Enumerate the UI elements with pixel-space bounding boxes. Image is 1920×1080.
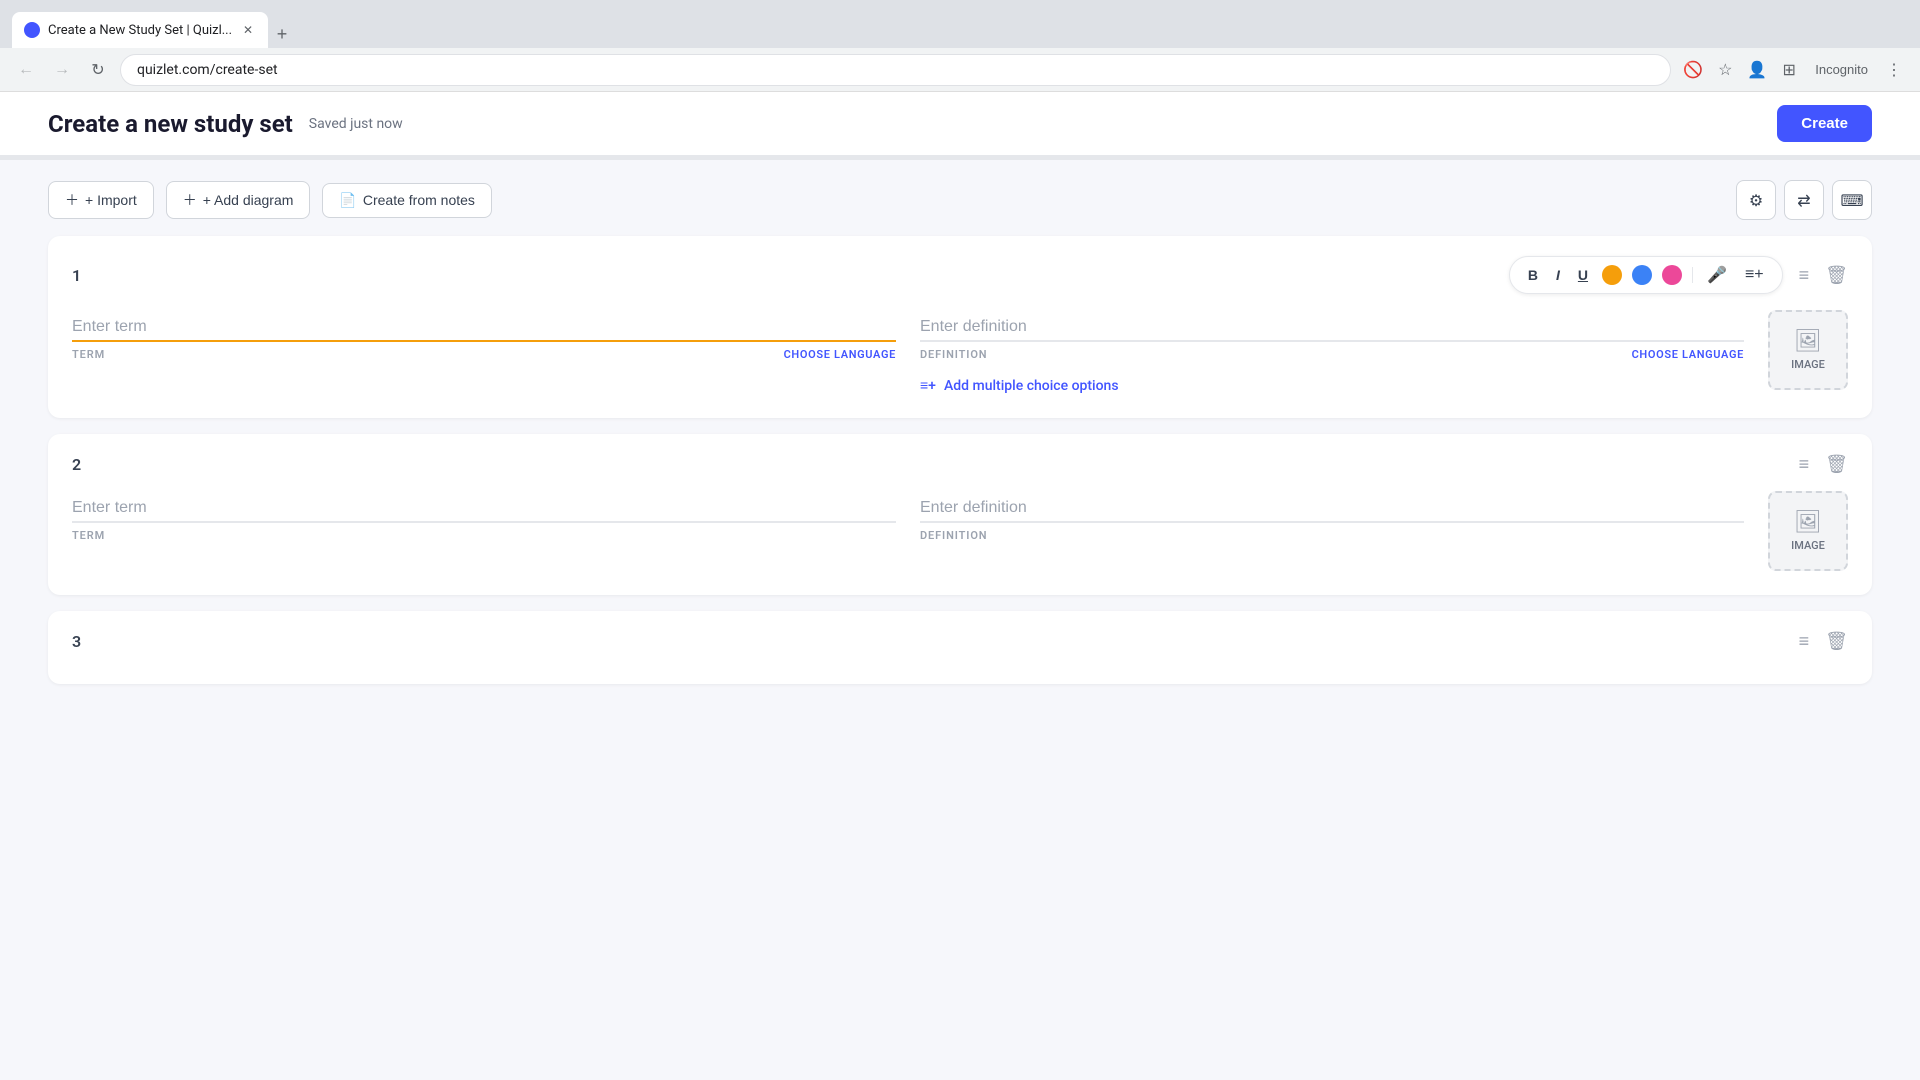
image-icon-1: 🖼: [1794, 329, 1822, 354]
card-1-body: TERM CHOOSE LANGUAGE DEFINITION CHOOSE L…: [72, 310, 1848, 394]
image-icon-2: 🖼: [1794, 510, 1822, 535]
image-label-2: IMAGE: [1791, 539, 1825, 552]
flashcard-3: 3 ≡ 🗑: [48, 611, 1872, 684]
active-tab[interactable]: Create a New Study Set | Quizl... ✕: [12, 12, 268, 48]
color-yellow-button[interactable]: [1602, 265, 1622, 285]
card-2-header: 2 ≡ 🗑: [72, 454, 1848, 475]
card-1-header: 1 B I U 🎤 ≡+ ≡ 🗑: [72, 256, 1848, 294]
card-2-body: TERM DEFINITION 🖼 IMAGE: [72, 491, 1848, 571]
bold-button[interactable]: B: [1524, 265, 1542, 285]
card-3-number: 3: [72, 632, 81, 651]
shuffle-button[interactable]: ⇄: [1784, 180, 1824, 220]
term-input-2[interactable]: [72, 491, 896, 523]
toolbar: ＋ + Import ＋ + Add diagram 📄 Create from…: [0, 160, 1920, 236]
add-mc-label: Add multiple choice options: [944, 378, 1119, 394]
profile-icon[interactable]: 👤: [1743, 56, 1771, 84]
address-bar[interactable]: quizlet.com/create-set: [120, 54, 1671, 86]
image-button-2[interactable]: 🖼 IMAGE: [1768, 491, 1848, 571]
color-blue-button[interactable]: [1632, 265, 1652, 285]
add-diagram-button[interactable]: ＋ + Add diagram: [166, 181, 311, 219]
flashcard-1: 1 B I U 🎤 ≡+ ≡ 🗑: [48, 236, 1872, 418]
settings-button[interactable]: ⚙: [1736, 180, 1776, 220]
card-2-number: 2: [72, 455, 81, 474]
create-button[interactable]: Create: [1777, 105, 1872, 142]
card-1-header-right: B I U 🎤 ≡+ ≡ 🗑: [1509, 256, 1848, 294]
keyboard-icon: ⌨: [1840, 191, 1863, 210]
term-input-1[interactable]: [72, 310, 896, 342]
add-multiple-choice-button[interactable]: ≡+ Add multiple choice options: [920, 377, 1744, 394]
shuffle-icon: ⇄: [1797, 191, 1810, 210]
cards-area: 1 B I U 🎤 ≡+ ≡ 🗑: [0, 236, 1920, 684]
more-options-button[interactable]: ≡+: [1741, 264, 1768, 286]
import-button[interactable]: ＋ + Import: [48, 181, 154, 219]
definition-label-2: DEFINITION: [920, 529, 987, 542]
image-label-1: IMAGE: [1791, 358, 1825, 371]
color-pink-button[interactable]: [1662, 265, 1682, 285]
format-separator: [1692, 267, 1693, 283]
drag-handle: ≡: [1799, 265, 1810, 286]
browser-nav: ← → ↻ quizlet.com/create-set 🚫 ☆ 👤 ⊞ Inc…: [0, 48, 1920, 92]
page-title: Create a new study set: [48, 110, 293, 138]
app-header: Create a new study set Saved just now Cr…: [0, 92, 1920, 156]
microphone-button[interactable]: 🎤: [1703, 263, 1731, 287]
add-mc-icon: ≡+: [920, 377, 936, 394]
flashcard-2: 2 ≡ 🗑 TERM DEFINITION 🖼 IMAGE: [48, 434, 1872, 595]
new-tab-button[interactable]: +: [268, 20, 296, 48]
image-button-1[interactable]: 🖼 IMAGE: [1768, 310, 1848, 390]
term-field-1: TERM CHOOSE LANGUAGE: [72, 310, 896, 361]
drag-handle-2: ≡: [1799, 454, 1810, 475]
card-2-header-right: ≡ 🗑: [1799, 454, 1848, 475]
nav-right: 🚫 ☆ 👤 ⊞ Incognito ⋮: [1679, 56, 1908, 84]
choose-language-term-1[interactable]: CHOOSE LANGUAGE: [784, 348, 896, 361]
card-1-number: 1: [72, 266, 81, 285]
keyboard-button[interactable]: ⌨: [1832, 180, 1872, 220]
create-from-notes-icon: 📄: [339, 192, 356, 209]
delete-card-2-button[interactable]: 🗑: [1825, 454, 1848, 475]
definition-meta-2: DEFINITION: [920, 529, 1744, 542]
delete-card-1-button[interactable]: 🗑: [1825, 265, 1848, 286]
import-label: + Import: [85, 192, 137, 208]
card-3-header-right: ≡ 🗑: [1799, 631, 1848, 652]
italic-button[interactable]: I: [1552, 265, 1564, 285]
tab-label: Create a New Study Set | Quizl...: [48, 23, 232, 38]
term-meta-2: TERM: [72, 529, 896, 542]
saved-status: Saved just now: [309, 116, 403, 132]
formatting-toolbar: B I U 🎤 ≡+: [1509, 256, 1783, 294]
back-button[interactable]: ←: [12, 56, 40, 84]
definition-field-1: DEFINITION CHOOSE LANGUAGE ≡+ Add multip…: [920, 310, 1744, 394]
card-3-header: 3 ≡ 🗑: [72, 631, 1848, 652]
toolbar-right-icons: ⚙ ⇄ ⌨: [1736, 180, 1872, 220]
definition-label-1: DEFINITION: [920, 348, 987, 361]
eye-slash-icon[interactable]: 🚫: [1679, 56, 1707, 84]
create-from-notes-label: Create from notes: [363, 192, 475, 208]
tab-favicon: [24, 22, 40, 38]
definition-field-2: DEFINITION: [920, 491, 1744, 542]
drag-handle-3: ≡: [1799, 631, 1810, 652]
delete-card-3-button[interactable]: 🗑: [1825, 631, 1848, 652]
term-field-2: TERM: [72, 491, 896, 542]
forward-button[interactable]: →: [48, 56, 76, 84]
term-meta-1: TERM CHOOSE LANGUAGE: [72, 348, 896, 361]
import-plus-icon: ＋: [65, 190, 79, 210]
create-from-notes-button[interactable]: 📄 Create from notes: [322, 183, 492, 218]
extension-icon[interactable]: ⊞: [1775, 56, 1803, 84]
header-left: Create a new study set Saved just now: [48, 110, 403, 138]
term-label-2: TERM: [72, 529, 105, 542]
settings-icon: ⚙: [1749, 191, 1763, 210]
menu-button[interactable]: ⋮: [1880, 56, 1908, 84]
definition-input-1[interactable]: [920, 310, 1744, 342]
add-diagram-plus-icon: ＋: [183, 190, 197, 210]
refresh-button[interactable]: ↻: [84, 56, 112, 84]
definition-meta-1: DEFINITION CHOOSE LANGUAGE: [920, 348, 1744, 361]
bookmark-icon[interactable]: ☆: [1711, 56, 1739, 84]
choose-language-def-1[interactable]: CHOOSE LANGUAGE: [1632, 348, 1744, 361]
term-label-1: TERM: [72, 348, 105, 361]
underline-button[interactable]: U: [1574, 265, 1592, 285]
incognito-button[interactable]: Incognito: [1807, 58, 1876, 81]
tab-close-button[interactable]: ✕: [240, 22, 256, 38]
definition-input-2[interactable]: [920, 491, 1744, 523]
add-diagram-label: + Add diagram: [203, 192, 294, 208]
